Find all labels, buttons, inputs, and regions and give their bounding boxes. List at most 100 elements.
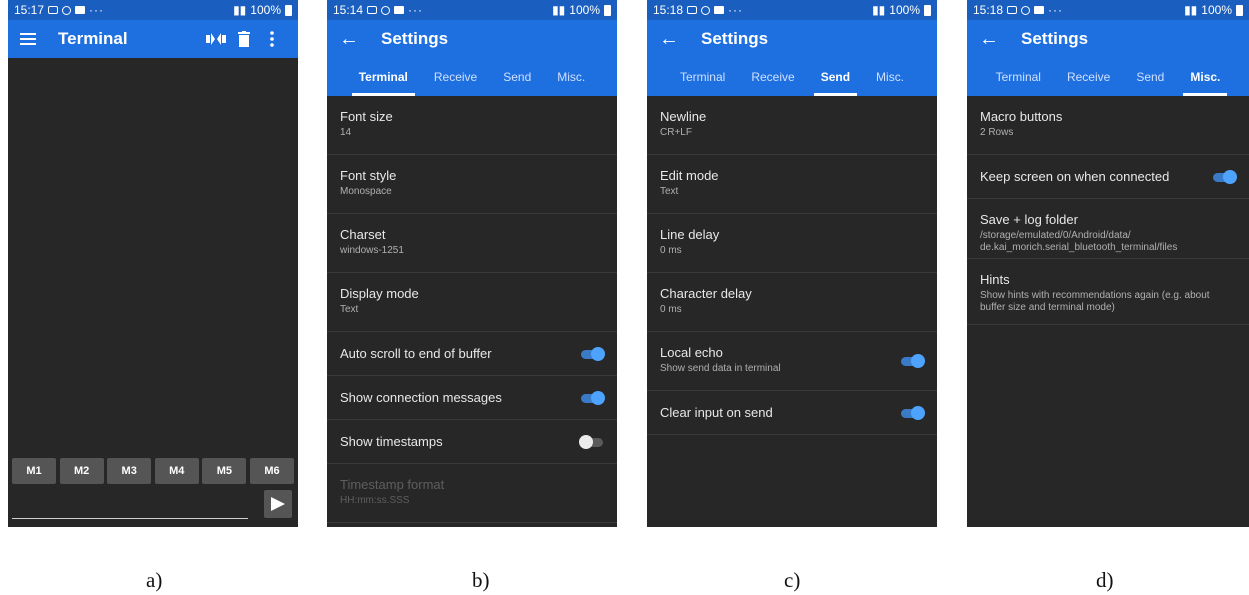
gallery-notification-icon (687, 6, 698, 14)
setting-title: Local echo (660, 345, 723, 360)
terminal-output[interactable] (8, 58, 298, 453)
setting-title: Show connection messages (340, 390, 502, 405)
more-vert-icon[interactable] (258, 25, 286, 53)
setting-save-log-folder[interactable]: Save + log folder /storage/emulated/0/An… (967, 199, 1249, 259)
tab-terminal[interactable]: Terminal (348, 58, 419, 96)
macro-button-m3[interactable]: M3 (107, 458, 152, 484)
setting-title: Show timestamps (340, 434, 443, 449)
macro-button-m1[interactable]: M1 (12, 458, 56, 484)
macro-button-m5[interactable]: M5 (202, 458, 247, 484)
setting-newline[interactable]: Newline CR+LF (647, 96, 937, 155)
status-time: 15:18 (653, 3, 684, 17)
setting-title: Macro buttons (980, 109, 1063, 124)
macro-button-m2[interactable]: M2 (59, 458, 104, 484)
auto-scroll-toggle[interactable] (579, 347, 605, 361)
setting-display-mode[interactable]: Display mode Text (327, 273, 617, 332)
settings-terminal-screen: 15:14 ··· ▮▮ 100% ← Settings Terminal Re… (327, 0, 617, 527)
battery-level: 100% (1201, 3, 1232, 17)
setting-title: Hints (980, 272, 1010, 287)
setting-value: 0 ms (660, 304, 682, 315)
setting-connection-messages[interactable]: Show connection messages (327, 376, 617, 420)
signal-icon: ▮▮ (872, 3, 886, 17)
settings-tabs: Terminal Receive Send Misc. (327, 58, 617, 96)
back-arrow-icon[interactable]: ← (339, 28, 359, 51)
tab-terminal[interactable]: Terminal (669, 58, 736, 96)
status-time: 15:18 (973, 3, 1004, 17)
settings-misc-screen: 15:18 ··· ▮▮ 100% ← Settings Terminal Re… (967, 0, 1249, 527)
macro-button-m6[interactable]: M6 (249, 458, 294, 484)
tab-receive[interactable]: Receive (740, 58, 805, 96)
trash-icon[interactable] (230, 25, 258, 53)
whatsapp-notification-icon (62, 5, 72, 15)
setting-value: windows-1251 (340, 245, 404, 256)
setting-title: Newline (660, 109, 707, 124)
bluetooth-connect-icon[interactable] (202, 25, 230, 53)
settings-send-screen: 15:18 ··· ▮▮ 100% ← Settings Terminal Re… (647, 0, 937, 527)
setting-title: Charset (340, 227, 386, 242)
setting-clear-input[interactable]: Clear input on send (647, 391, 937, 435)
local-echo-toggle[interactable] (899, 354, 925, 368)
battery-level: 100% (250, 3, 281, 17)
tab-send[interactable]: Send (492, 58, 542, 96)
setting-title: Clear input on send (660, 405, 773, 420)
tab-misc[interactable]: Misc. (1179, 58, 1231, 96)
setting-title: Save + log folder (980, 212, 1078, 227)
battery-icon (924, 4, 931, 16)
status-bar: 15:17 ··· ▮▮ 100% (8, 0, 298, 20)
setting-edit-mode[interactable]: Edit mode Text (647, 155, 937, 214)
more-notifications-icon: ··· (1048, 3, 1064, 17)
tab-send[interactable]: Send (810, 58, 861, 96)
caption-b: b) (472, 568, 490, 592)
setting-title: Font size (340, 109, 393, 124)
status-time: 15:17 (14, 3, 45, 17)
status-time: 15:14 (333, 3, 364, 17)
tab-misc[interactable]: Misc. (865, 58, 915, 96)
caption-a: a) (146, 568, 163, 592)
app-bar: Terminal (8, 20, 298, 58)
keep-screen-on-toggle[interactable] (1211, 170, 1237, 184)
setting-local-echo[interactable]: Local echo Show send data in terminal (647, 332, 937, 391)
battery-level: 100% (569, 3, 600, 17)
send-button[interactable] (264, 490, 292, 518)
setting-font-size[interactable]: Font size 14 (327, 96, 617, 155)
setting-charset[interactable]: Charset windows-1251 (327, 214, 617, 273)
setting-character-delay[interactable]: Character delay 0 ms (647, 273, 937, 332)
status-bar: 15:18 ··· ▮▮ 100% (647, 0, 937, 20)
signal-icon: ▮▮ (552, 3, 566, 17)
signal-icon: ▮▮ (1184, 3, 1198, 17)
back-arrow-icon[interactable]: ← (979, 28, 999, 51)
tab-terminal[interactable]: Terminal (985, 58, 1052, 96)
page-title: Settings (1021, 29, 1089, 48)
tab-receive[interactable]: Receive (423, 58, 488, 96)
send-input[interactable] (12, 518, 248, 519)
menu-icon[interactable] (20, 33, 36, 45)
setting-macro-buttons[interactable]: Macro buttons 2 Rows (967, 96, 1249, 155)
back-arrow-icon[interactable]: ← (659, 28, 679, 51)
whatsapp-notification-icon (701, 5, 711, 15)
clear-input-toggle[interactable] (899, 406, 925, 420)
battery-icon (604, 4, 611, 16)
show-timestamps-toggle[interactable] (579, 435, 605, 449)
battery-icon (285, 4, 292, 16)
tab-send[interactable]: Send (1125, 58, 1175, 96)
status-bar: 15:18 ··· ▮▮ 100% (967, 0, 1249, 20)
setting-hints[interactable]: Hints Show hints with recommendations ag… (967, 259, 1249, 325)
macro-button-m4[interactable]: M4 (154, 458, 199, 484)
macro-button-row: M1 M2 M3 M4 M5 M6 (8, 458, 298, 484)
gallery-notification-icon (367, 6, 378, 14)
tab-receive[interactable]: Receive (1056, 58, 1121, 96)
tab-misc[interactable]: Misc. (546, 58, 596, 96)
setting-title: Keep screen on when connected (980, 169, 1170, 184)
setting-value: Show hints with recommendations again (e… (980, 290, 1210, 313)
setting-title: Character delay (660, 286, 752, 301)
connection-messages-toggle[interactable] (579, 391, 605, 405)
setting-font-style[interactable]: Font style Monospace (327, 155, 617, 214)
whatsapp-notification-icon (381, 5, 391, 15)
setting-value: 14 (340, 127, 352, 138)
setting-show-timestamps[interactable]: Show timestamps (327, 420, 617, 464)
setting-auto-scroll[interactable]: Auto scroll to end of buffer (327, 332, 617, 376)
setting-line-delay[interactable]: Line delay 0 ms (647, 214, 937, 273)
setting-keep-screen-on[interactable]: Keep screen on when connected (967, 155, 1249, 199)
setting-title: Display mode (340, 286, 419, 301)
caption-d: d) (1096, 568, 1114, 592)
